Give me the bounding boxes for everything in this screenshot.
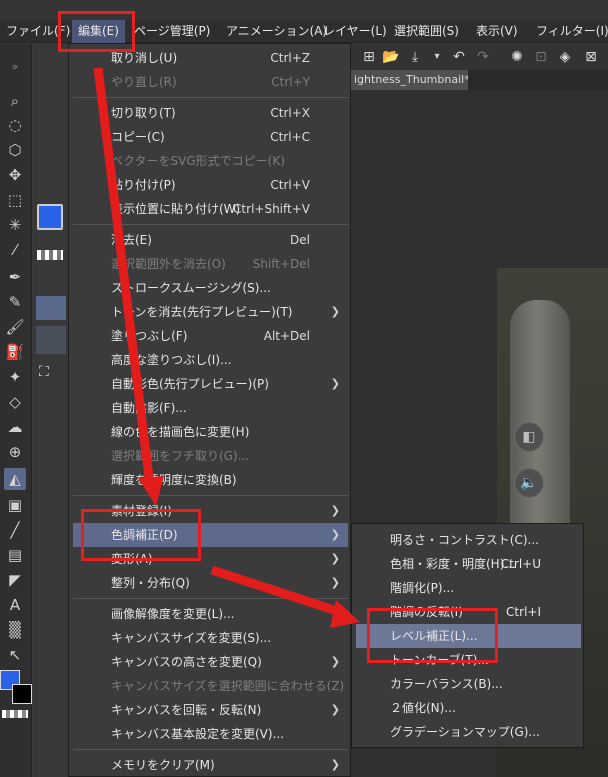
arrow-head-2 — [330, 600, 360, 628]
arrow-line-1 — [93, 67, 155, 486]
arrow-line-2 — [210, 565, 348, 619]
arrow-head-1 — [138, 476, 164, 506]
annotation-arrows — [93, 67, 360, 628]
